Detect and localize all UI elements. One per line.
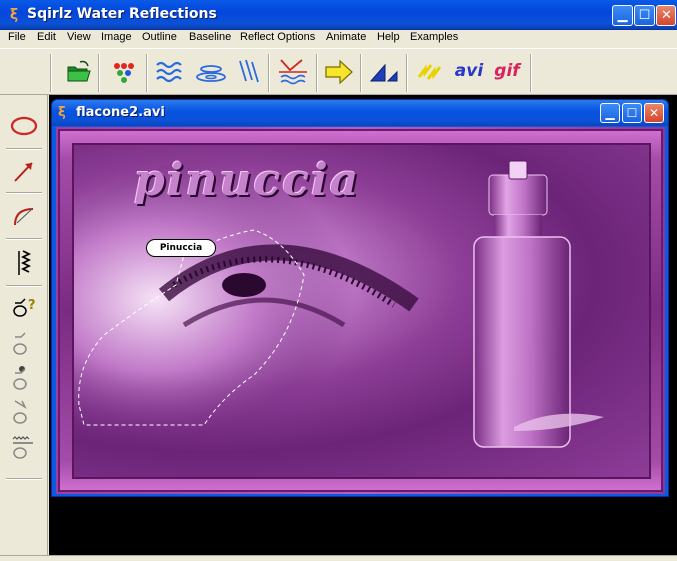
svg-text:?: ? — [28, 298, 36, 313]
perspective-button[interactable] — [368, 57, 402, 87]
menu-reflect-options[interactable]: Reflect Options — [240, 31, 315, 43]
image-content: pinuccia Pinuccia — [72, 143, 651, 479]
next-button[interactable] — [322, 57, 356, 87]
close-icon: ✕ — [648, 106, 660, 120]
zigzag-tool[interactable] — [5, 245, 43, 285]
doc-minimize-button[interactable]: ▁ — [600, 103, 620, 123]
zigzag-tool-icon — [18, 250, 32, 275]
waves-tool-icon — [12, 436, 33, 459]
toolbox-separator — [6, 285, 42, 287]
app-window: ξ Sqirlz Water Reflections ▁ ☐ ✕ File Ed… — [0, 0, 677, 561]
document-title: flacone2.avi — [76, 105, 165, 120]
gif-label: gif — [494, 61, 520, 81]
close-button[interactable]: ✕ — [656, 5, 676, 26]
curve-tool-icon — [14, 208, 34, 226]
menu-edit[interactable]: Edit — [37, 31, 56, 43]
rain-lines-icon — [239, 59, 259, 83]
rain-button[interactable] — [232, 57, 266, 87]
menu-examples[interactable]: Examples — [410, 31, 458, 43]
avi-label: avi — [454, 61, 484, 81]
squirrel-icon: ξ — [9, 7, 19, 23]
menu-bar: File Edit View Image Outline Baseline Re… — [0, 30, 677, 48]
toolbar: avi gif — [0, 48, 677, 95]
title-bar[interactable]: ξ Sqirlz Water Reflections ▁ ☐ ✕ — [0, 0, 677, 30]
menu-help[interactable]: Help — [377, 31, 400, 43]
doc-close-button[interactable]: ✕ — [644, 103, 664, 123]
color-dots-icon — [114, 63, 134, 83]
water-button[interactable] — [154, 57, 188, 87]
minimize-icon: ▁ — [605, 106, 615, 120]
arrow-tool-icon — [14, 162, 33, 182]
minimize-icon: ▁ — [617, 8, 628, 23]
toolbar-separator — [50, 54, 52, 92]
toolbar-separator — [146, 54, 148, 92]
colors-button[interactable] — [107, 57, 141, 87]
maximize-icon: ☐ — [638, 8, 651, 23]
close-icon: ✕ — [661, 8, 672, 23]
lightning-button[interactable] — [414, 57, 448, 87]
menu-file[interactable]: File — [8, 31, 26, 43]
open-button[interactable] — [62, 57, 96, 87]
maximize-icon: ☐ — [626, 106, 638, 120]
menu-animate[interactable]: Animate — [326, 31, 366, 43]
ripples-button[interactable] — [194, 57, 228, 87]
document-title-bar[interactable]: ξ flacone2.avi ▁ ☐ ✕ — [52, 100, 668, 126]
toolbar-separator — [316, 54, 318, 92]
reflect-baseline-icon — [279, 59, 307, 85]
toolbar-separator — [406, 54, 408, 92]
image-title-text: pinuccia — [134, 155, 361, 206]
squirrel-icon: ξ — [58, 105, 66, 120]
open-folder-icon — [67, 60, 91, 82]
ripples-icon — [196, 65, 226, 82]
status-bar — [0, 555, 677, 561]
waves-tool[interactable] — [5, 427, 43, 467]
curve-tool[interactable] — [5, 197, 43, 237]
toolbar-separator — [98, 54, 100, 92]
ellipse-tool[interactable] — [5, 107, 43, 147]
menu-outline[interactable]: Outline — [142, 31, 177, 43]
arrow-tool[interactable] — [5, 153, 43, 193]
image-badge: Pinuccia — [146, 239, 216, 257]
toolbar-separator — [268, 54, 270, 92]
ellipse-tool-icon — [10, 116, 38, 136]
image-canvas[interactable]: pinuccia Pinuccia — [56, 127, 665, 494]
flip-tool-icon — [13, 400, 27, 424]
flip-tool[interactable] — [5, 391, 43, 431]
toolbox-separator — [6, 478, 42, 480]
menu-view[interactable]: View — [67, 31, 91, 43]
gif-button[interactable]: gif — [490, 57, 524, 87]
doc-maximize-button[interactable]: ☐ — [622, 103, 642, 123]
menu-baseline[interactable]: Baseline — [189, 31, 231, 43]
lightning-icon — [417, 64, 442, 80]
maximize-button[interactable]: ☐ — [634, 5, 655, 26]
toolbox: ? — [0, 95, 48, 561]
perspective-icon — [369, 63, 398, 82]
toolbar-separator — [360, 54, 362, 92]
minimize-button[interactable]: ▁ — [612, 5, 633, 26]
arrow-right-icon — [325, 59, 353, 85]
reflect-button[interactable] — [276, 57, 310, 87]
water-waves-icon — [156, 61, 182, 83]
toolbar-separator — [530, 54, 532, 92]
document-window[interactable]: ξ flacone2.avi ▁ ☐ ✕ pinuccia Pinuccia — [51, 99, 669, 497]
menu-image[interactable]: Image — [101, 31, 132, 43]
avi-button[interactable]: avi — [452, 57, 486, 87]
toolbox-separator — [6, 192, 42, 194]
image-frame: pinuccia Pinuccia — [58, 129, 663, 492]
toolbox-separator — [6, 238, 42, 240]
toolbox-separator — [6, 148, 42, 150]
window-title: Sqirlz Water Reflections — [27, 6, 217, 22]
